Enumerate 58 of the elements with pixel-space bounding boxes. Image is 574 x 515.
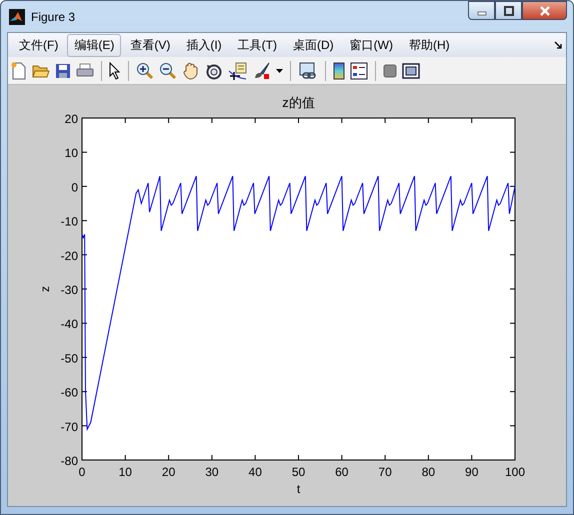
tick-label: 70 xyxy=(378,465,392,479)
tick-label: 0 xyxy=(71,180,78,194)
tick-label: 30 xyxy=(205,465,219,479)
caret-icon[interactable] xyxy=(276,68,283,72)
app-logo-icon xyxy=(9,8,25,24)
print-icon[interactable] xyxy=(76,62,94,78)
data-cursor-icon[interactable] xyxy=(228,62,248,80)
menu-item[interactable]: 帮助(H) xyxy=(402,34,457,56)
hide-plot-tools-icon[interactable] xyxy=(383,64,397,78)
tick-label: -50 xyxy=(60,351,78,366)
close-button[interactable] xyxy=(522,1,567,20)
expand-arrow-icon[interactable] xyxy=(554,41,562,49)
tick-label: -70 xyxy=(60,420,78,434)
tick-label: -30 xyxy=(60,283,78,297)
tick-label: -60 xyxy=(60,386,78,400)
menu-item[interactable]: 桌面(D) xyxy=(286,34,341,56)
chart-title: z的值 xyxy=(282,95,315,110)
tick-label: -40 xyxy=(60,317,78,332)
menu-item[interactable]: 编辑(E) xyxy=(67,34,122,56)
tick-label: -80 xyxy=(60,454,78,468)
tick-label: 20 xyxy=(162,465,176,479)
tick-label: 40 xyxy=(248,465,262,479)
rotate-icon[interactable] xyxy=(205,62,223,80)
maximize-icon xyxy=(502,6,514,16)
maximize-button[interactable] xyxy=(495,1,522,20)
axis-label: z xyxy=(38,286,52,292)
menu-item[interactable]: 插入(I) xyxy=(179,34,229,56)
link-icon[interactable] xyxy=(298,62,318,80)
show-plot-tools-icon[interactable] xyxy=(402,62,420,78)
minimize-button[interactable] xyxy=(468,1,495,20)
tick-label: 50 xyxy=(292,465,306,479)
colorbar-icon[interactable] xyxy=(333,62,345,80)
new-file-icon[interactable] xyxy=(11,62,27,80)
tick-label: 20 xyxy=(64,112,78,126)
hand-icon[interactable] xyxy=(182,62,200,80)
close-icon xyxy=(538,6,550,16)
tick-label: 100 xyxy=(504,465,526,479)
tick-label: 10 xyxy=(118,465,132,479)
tick-label: 80 xyxy=(422,465,436,479)
menu-item[interactable]: 窗口(W) xyxy=(342,34,400,56)
tick-label: 10 xyxy=(64,146,78,160)
tick-label: 60 xyxy=(335,465,348,479)
menu-item[interactable]: 工具(T) xyxy=(230,34,284,56)
menu-item[interactable]: 查看(V) xyxy=(123,34,178,56)
zoom-out-icon[interactable] xyxy=(159,62,177,80)
tick-label: 0 xyxy=(78,465,86,479)
brush-icon[interactable] xyxy=(253,62,271,80)
menu-item[interactable]: 文件(F) xyxy=(12,34,66,56)
axis-label: t xyxy=(296,482,300,496)
tick-label: -20 xyxy=(60,248,78,263)
tick-label: 90 xyxy=(465,465,478,479)
zoom-in-icon[interactable] xyxy=(136,62,154,80)
window-title: Figure 3 xyxy=(31,10,76,24)
pointer-icon[interactable] xyxy=(109,62,121,80)
tick-label: -10 xyxy=(60,214,78,229)
save-icon[interactable] xyxy=(55,62,71,78)
open-folder-icon[interactable] xyxy=(32,62,50,78)
legend-icon[interactable] xyxy=(350,62,368,80)
